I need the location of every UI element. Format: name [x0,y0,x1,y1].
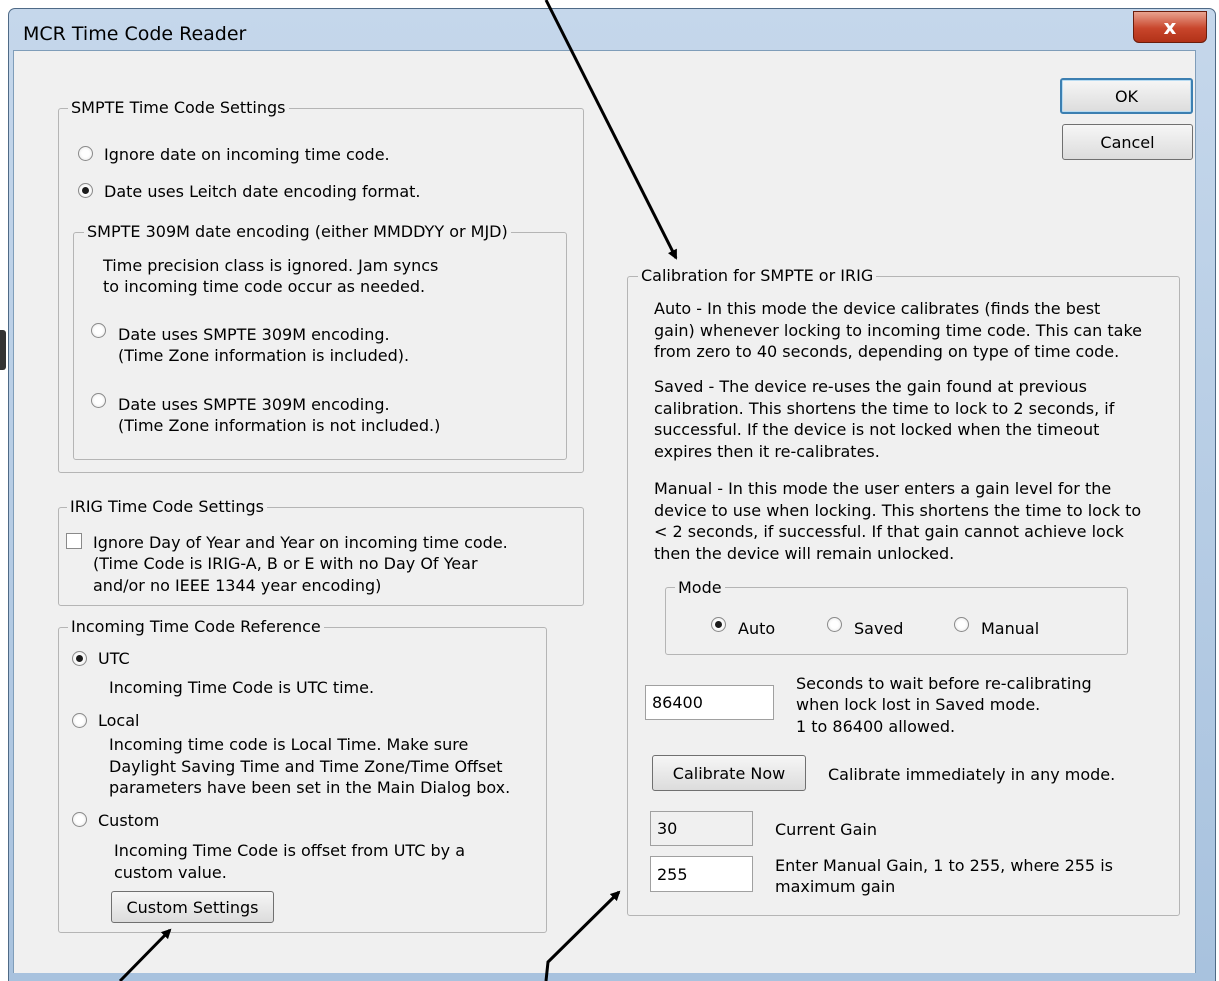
arrow-to-manual-gain [544,890,621,981]
arrow-to-custom-settings [118,928,172,981]
annotation-arrows [118,0,678,981]
arrow-to-calibration-group [544,0,678,260]
